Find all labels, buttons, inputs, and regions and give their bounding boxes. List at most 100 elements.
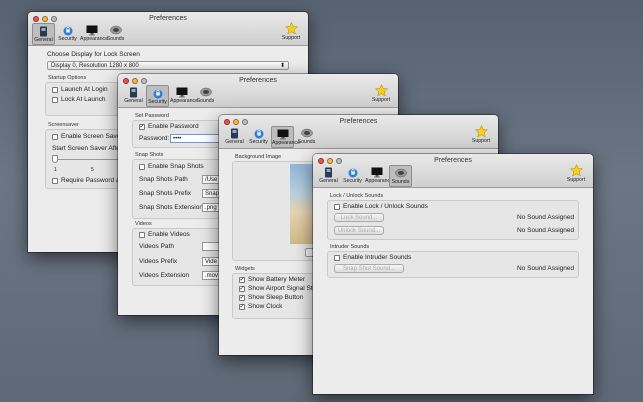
tab-sounds[interactable]: Sounds xyxy=(104,23,127,45)
launch-at-login-checkbox[interactable]: Launch At Login xyxy=(52,86,108,93)
tab-security[interactable]: Security xyxy=(56,23,79,45)
lock-sound-button[interactable]: Lock Sound... xyxy=(334,213,384,222)
tab-label: Sounds xyxy=(196,98,215,104)
videos-path-label: Videos Path xyxy=(139,243,174,250)
tab-label: Sounds xyxy=(297,139,316,145)
titlebar[interactable]: Preferences General Security Appearance … xyxy=(118,74,398,108)
checkbox-box[interactable] xyxy=(334,254,340,261)
enable-password-checkbox[interactable]: ✓ Enable Password xyxy=(139,123,199,130)
titlebar[interactable]: Preferences General Security Appearance … xyxy=(28,12,308,46)
checkbox-label: Enable Lock / Unlock Sounds xyxy=(343,203,428,210)
slider-thumb[interactable] xyxy=(52,155,58,163)
tab-sounds[interactable]: Sounds xyxy=(389,165,412,187)
star-icon xyxy=(370,84,392,97)
checkbox-box[interactable]: ✓ xyxy=(239,285,245,292)
checkbox-label: Enable Intruder Sounds xyxy=(343,254,412,261)
support-button[interactable]: Support xyxy=(470,125,492,144)
tab-security[interactable]: Security xyxy=(146,85,169,107)
support-button[interactable]: Support xyxy=(370,84,392,103)
password-label: Password: xyxy=(139,135,170,142)
set-password-section-title: Set Password xyxy=(135,113,169,119)
start-screen-saver-label: Start Screen Saver After xyxy=(52,145,123,152)
show-battery-meter-checkbox[interactable]: ✓ Show Battery Meter xyxy=(239,276,305,283)
switch-icon xyxy=(317,166,340,178)
window-title: Preferences xyxy=(239,77,277,84)
display-select[interactable]: Display 0, Resolution 1280 x 800 ⬍ xyxy=(47,61,289,70)
checkbox-box[interactable]: ✓ xyxy=(239,276,245,283)
switch-icon xyxy=(33,25,54,37)
speaker-icon xyxy=(194,86,217,98)
checkbox-box[interactable] xyxy=(52,86,58,93)
show-airport-signal-checkbox[interactable]: ✓ Show Airport Signal Str xyxy=(239,285,315,292)
checkbox-label: Enable Screen Saver xyxy=(61,133,123,140)
support-label: Support xyxy=(371,97,391,103)
background-image-preview[interactable] xyxy=(290,164,314,244)
lock-icon xyxy=(147,87,168,99)
tab-label: Sounds xyxy=(106,36,125,42)
snap-shots-path-label: Snap Shots Path xyxy=(139,176,188,183)
tab-label: Sounds xyxy=(391,179,410,185)
tab-label: Appearance xyxy=(80,36,108,42)
checkbox-box[interactable]: ✓ xyxy=(139,123,145,130)
monitor-icon xyxy=(272,128,293,140)
tab-general[interactable]: General xyxy=(223,126,246,148)
snap-shot-sound-button[interactable]: Snap Shot Sound... xyxy=(334,264,404,273)
tab-label: Security xyxy=(249,139,268,145)
chevron-up-down-icon: ⬍ xyxy=(279,63,285,69)
tab-appearance[interactable]: Appearance xyxy=(80,23,108,45)
monitor-icon xyxy=(80,24,103,36)
snap-shots-extension-label: Snap Shots Extension xyxy=(139,204,203,211)
support-label: Support xyxy=(566,177,586,183)
tab-appearance[interactable]: Appearance xyxy=(271,126,300,148)
unlock-sound-button[interactable]: Unlock Sound... xyxy=(334,226,384,235)
checkbox-label: Show Sleep Button xyxy=(248,294,304,301)
display-select-value: Display 0, Resolution 1280 x 800 xyxy=(51,63,139,69)
enable-intruder-checkbox[interactable]: Enable Intruder Sounds xyxy=(334,254,411,261)
checkbox-box[interactable]: ✓ xyxy=(239,294,245,301)
tab-general[interactable]: General xyxy=(122,85,145,107)
tab-label: Security xyxy=(58,36,77,42)
tab-general[interactable]: General xyxy=(32,23,55,45)
checkbox-box[interactable] xyxy=(139,231,145,238)
titlebar[interactable]: Preferences General Security Appearance … xyxy=(313,154,593,188)
checkbox-label: Enable Snap Shots xyxy=(148,163,204,170)
support-button[interactable]: Support xyxy=(565,164,587,183)
titlebar[interactable]: Preferences General Security Appearance … xyxy=(219,115,498,149)
window-title: Preferences xyxy=(339,118,378,125)
tab-general[interactable]: General xyxy=(317,165,340,187)
password-field[interactable]: •••• xyxy=(170,134,222,143)
checkbox-label: Show Airport Signal Str xyxy=(248,285,315,292)
slider-tick-label: 1 xyxy=(54,167,57,173)
show-sleep-button-checkbox[interactable]: ✓ Show Sleep Button xyxy=(239,294,303,301)
startup-section-title: Startup Options xyxy=(48,75,87,81)
checkbox-box[interactable] xyxy=(139,163,145,170)
videos-section-title: Videos xyxy=(135,221,152,227)
window-title: Preferences xyxy=(434,157,472,164)
checkbox-box[interactable] xyxy=(52,177,58,184)
checkbox-box[interactable] xyxy=(334,203,340,210)
checkbox-box[interactable] xyxy=(52,96,58,103)
enable-videos-checkbox[interactable]: Enable Videos xyxy=(139,231,190,238)
switch-icon xyxy=(122,86,145,98)
choose-display-label: Choose Display for Lock Screen xyxy=(47,51,140,58)
support-button[interactable]: Support xyxy=(280,22,302,41)
tab-label: Appearance xyxy=(170,98,198,104)
checkbox-box[interactable] xyxy=(52,133,58,140)
require-password-checkbox[interactable]: Require Password af xyxy=(52,177,121,184)
show-clock-checkbox[interactable]: ✓ Show Clock xyxy=(239,303,282,310)
checkbox-box[interactable]: ✓ xyxy=(239,303,245,310)
speaker-icon xyxy=(390,167,411,179)
tab-label: General xyxy=(34,37,53,43)
tab-appearance[interactable]: Appearance xyxy=(365,165,393,187)
enable-lock-unlock-checkbox[interactable]: Enable Lock / Unlock Sounds xyxy=(334,203,428,210)
tab-sounds[interactable]: Sounds xyxy=(295,126,318,148)
tab-label: Security xyxy=(148,99,167,105)
tab-sounds[interactable]: Sounds xyxy=(194,85,217,107)
screen-saver-slider-track[interactable] xyxy=(54,159,124,160)
tab-appearance[interactable]: Appearance xyxy=(170,85,198,107)
tab-security[interactable]: Security xyxy=(247,126,270,148)
lock-at-launch-checkbox[interactable]: Lock At Launch xyxy=(52,96,105,103)
tab-security[interactable]: Security xyxy=(341,165,364,187)
enable-screen-saver-checkbox[interactable]: Enable Screen Saver xyxy=(52,133,122,140)
enable-snap-shots-checkbox[interactable]: Enable Snap Shots xyxy=(139,163,204,170)
